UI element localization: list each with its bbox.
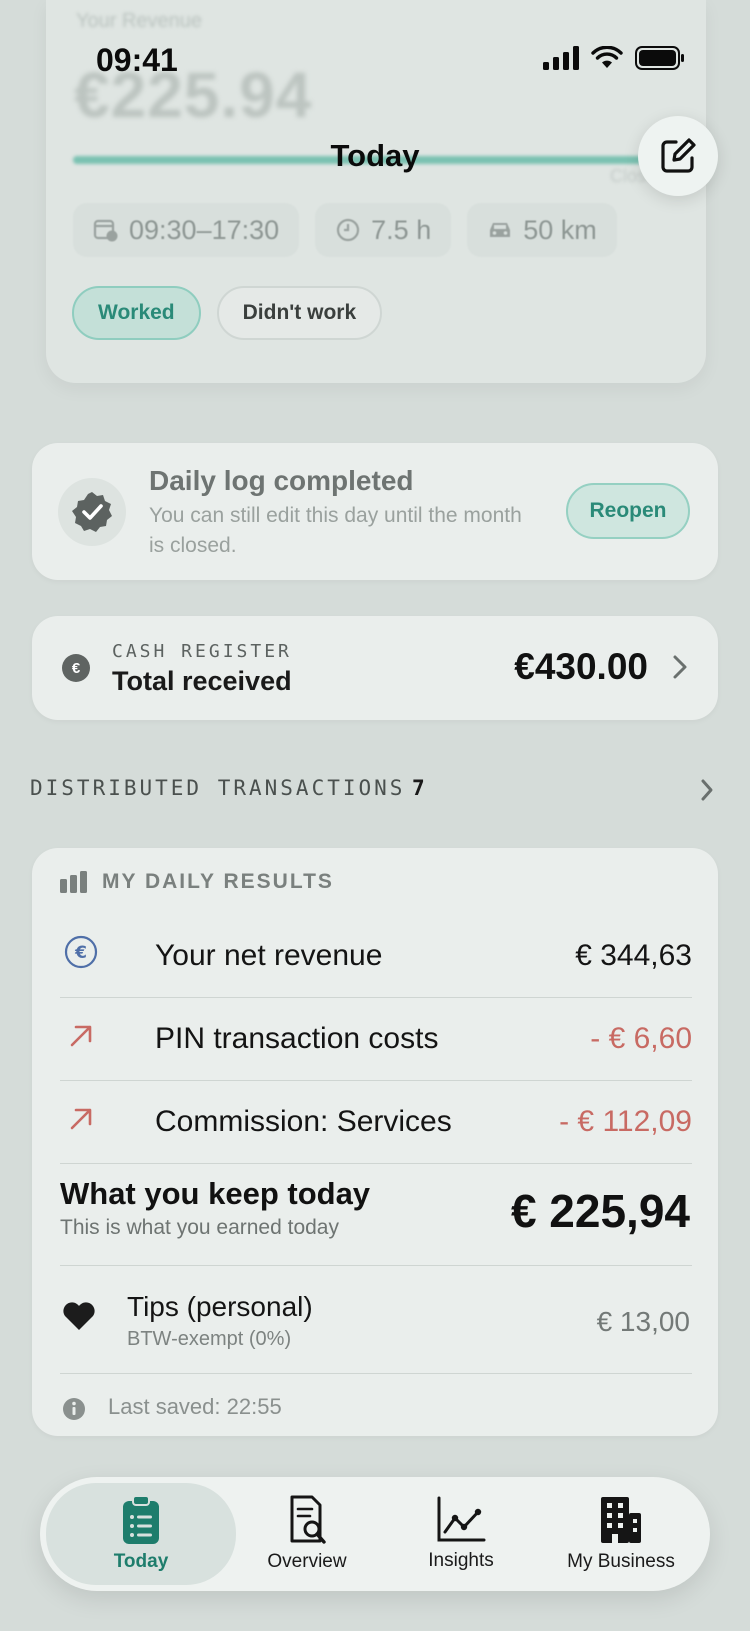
clock-icon [337, 218, 360, 242]
tab-overview[interactable]: Overview [232, 1483, 382, 1585]
tab-my-business[interactable]: My Business [536, 1483, 706, 1585]
chevron-right-icon [673, 655, 687, 679]
car-icon [490, 223, 511, 237]
commission-value: - € 112,09 [559, 1105, 692, 1138]
total-received-amount: €430.00 [514, 646, 648, 687]
euro-circle-icon: € [64, 935, 98, 969]
wifi-icon [591, 46, 623, 68]
battery-icon [635, 46, 684, 70]
distributed-transactions-row[interactable]: DISTRIBUTED TRANSACTIONS 7 [30, 776, 720, 806]
divider [60, 1373, 692, 1374]
last-saved-text: Last saved: 22:55 [108, 1394, 282, 1419]
status-icons [543, 46, 685, 70]
clipboard-icon [123, 1495, 159, 1544]
tab-my-business-label: My Business [567, 1551, 675, 1572]
pin-costs-value: - € 6,60 [590, 1022, 692, 1055]
cash-register-card[interactable]: € CASH REGISTER Total received €430.00 [32, 616, 718, 720]
shift-time-value: 09:30–17:30 [129, 214, 280, 245]
total-received-label: Total received [112, 666, 292, 696]
edit-icon [661, 138, 696, 173]
hours-chip[interactable]: 7.5 h [315, 203, 452, 257]
line-chart-icon [437, 1496, 486, 1542]
verified-badge-icon [58, 478, 126, 546]
distributed-transactions-label: DISTRIBUTED TRANSACTIONS [30, 776, 406, 800]
tab-bar: Today Overview Insights My Business [40, 1477, 710, 1591]
document-search-icon [290, 1495, 326, 1544]
tab-today-label: Today [113, 1551, 169, 1572]
distance-chip[interactable]: 50 km [467, 203, 617, 257]
arrow-up-right-icon [70, 1108, 92, 1130]
heart-icon [63, 1302, 95, 1330]
distance-value: 50 km [523, 214, 597, 245]
net-revenue-value: € 344,63 [575, 939, 692, 972]
tips-subtitle: BTW-exempt (0%) [127, 1328, 292, 1350]
keep-today-title: What you keep today [60, 1176, 371, 1211]
chevron-right-icon [701, 779, 713, 801]
tab-insights-label: Insights [428, 1550, 494, 1571]
edit-button[interactable] [638, 116, 718, 196]
keep-today-amount: € 225,94 [510, 1185, 690, 1237]
reopen-button[interactable]: Reopen [566, 483, 690, 539]
info-icon [63, 1398, 85, 1420]
daily-results-card: MY DAILY RESULTS € Your net revenue € 34… [32, 848, 718, 1436]
arrow-up-right-icon [70, 1025, 92, 1047]
svg-text:€: € [74, 943, 87, 963]
divider [60, 1265, 692, 1266]
commission-label: Commission: Services [155, 1105, 452, 1138]
cash-register-eyebrow: CASH REGISTER [112, 641, 292, 662]
status-time: 09:41 [96, 42, 178, 78]
distributed-transactions-count: 7 [412, 776, 425, 800]
pin-costs-row: PIN transaction costs - € 6,60 [60, 998, 692, 1081]
tab-overview-label: Overview [267, 1551, 347, 1572]
revenue-label: Your Revenue [76, 10, 203, 32]
bar-chart-icon [60, 871, 87, 893]
commission-row: Commission: Services - € 112,09 [60, 1081, 692, 1164]
daily-log-title: Daily log completed [149, 465, 414, 496]
daily-log-subtitle: You can still edit this day until the mo… [149, 504, 522, 557]
net-revenue-row: € Your net revenue € 344,63 [60, 915, 692, 998]
cellular-signal-icon [543, 46, 579, 70]
tips-label: Tips (personal) [127, 1291, 313, 1322]
net-revenue-label: Your net revenue [155, 939, 383, 972]
calendar-clock-icon [93, 219, 118, 242]
daily-log-card: Daily log completed You can still edit t… [32, 443, 718, 580]
daily-results-title: MY DAILY RESULTS [102, 870, 334, 893]
worked-toggle[interactable]: Worked [72, 286, 201, 340]
keep-today-subtitle: This is what you earned today [60, 1216, 339, 1239]
euro-icon: € [62, 654, 90, 682]
shift-time-chip[interactable]: 09:30–17:30 [73, 203, 300, 257]
building-icon [601, 1497, 641, 1543]
tab-today[interactable]: Today [46, 1483, 236, 1585]
tips-value: € 13,00 [596, 1306, 690, 1337]
tab-insights[interactable]: Insights [386, 1483, 536, 1585]
didnt-work-toggle[interactable]: Didn't work [216, 286, 383, 340]
pin-costs-label: PIN transaction costs [155, 1022, 439, 1055]
hours-value: 7.5 h [371, 214, 432, 245]
